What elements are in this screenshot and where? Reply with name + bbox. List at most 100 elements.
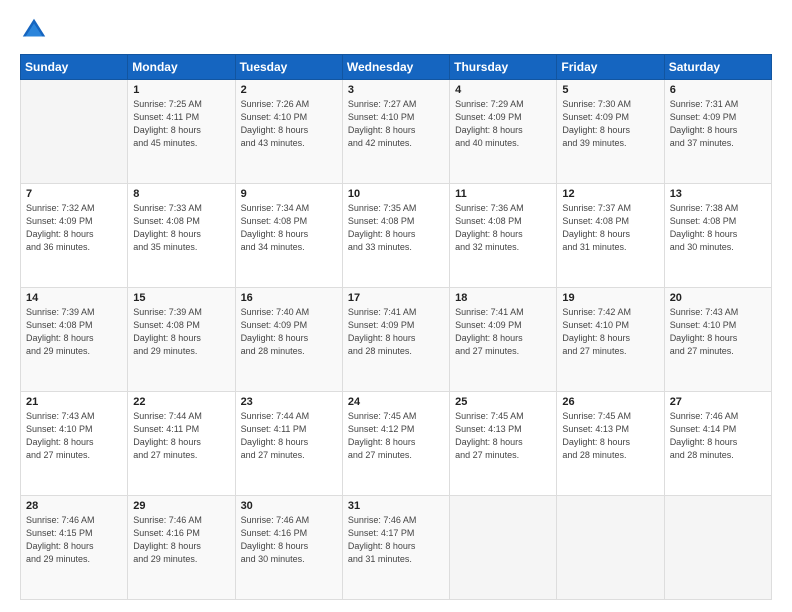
calendar-cell: 2 Sunrise: 7:26 AM Sunset: 4:10 PM Daylig… [235, 80, 342, 184]
day-info: Sunrise: 7:38 AM Sunset: 4:08 PM Dayligh… [670, 202, 766, 254]
day-number: 12 [562, 188, 658, 200]
day-number: 14 [26, 292, 122, 304]
calendar-cell: 5Sunrise: 7:30 AM Sunset: 4:09 PM Daylig… [557, 80, 664, 184]
calendar-cell: 10 Sunrise: 7:35 AM Sunset: 4:08 PM Dayli… [342, 184, 449, 288]
day-number: 2 [241, 84, 337, 96]
day-info: Sunrise: 7:44 AM Sunset: 4:11 PM Dayligh… [133, 410, 229, 462]
calendar-cell: 19 Sunrise: 7:42 AM Sunset: 4:10 PM Dayli… [557, 288, 664, 392]
calendar-week-2: 7 Sunrise: 7:32 AM Sunset: 4:09 PM Daylig… [21, 184, 772, 288]
calendar-cell: 13 Sunrise: 7:38 AM Sunset: 4:08 PM Dayli… [664, 184, 771, 288]
calendar-cell: 21 Sunrise: 7:43 AM Sunset: 4:10 PM Dayli… [21, 392, 128, 496]
day-header-wednesday: Wednesday [342, 55, 449, 80]
day-number: 18 [455, 292, 551, 304]
day-number: 9 [241, 188, 337, 200]
calendar-cell [450, 496, 557, 600]
day-info: Sunrise: 7:33 AM Sunset: 4:08 PM Dayligh… [133, 202, 229, 254]
page: SundayMondayTuesdayWednesdayThursdayFrid… [0, 0, 792, 612]
day-number: 11 [455, 188, 551, 200]
day-number: 21 [26, 396, 122, 408]
calendar-cell: 27 Sunrise: 7:46 AM Sunset: 4:14 PM Dayli… [664, 392, 771, 496]
day-number: 1 [133, 84, 229, 96]
calendar-week-3: 14 Sunrise: 7:39 AM Sunset: 4:08 PM Dayli… [21, 288, 772, 392]
day-info: Sunrise: 7:25 AM Sunset: 4:11 PM Dayligh… [133, 98, 229, 150]
day-number: 20 [670, 292, 766, 304]
calendar-week-4: 21 Sunrise: 7:43 AM Sunset: 4:10 PM Dayli… [21, 392, 772, 496]
day-info: Sunrise: 7:31 AM Sunset: 4:09 PM Dayligh… [670, 98, 766, 150]
calendar-cell [664, 496, 771, 600]
calendar-cell: 30 Sunrise: 7:46 AM Sunset: 4:16 PM Dayli… [235, 496, 342, 600]
calendar-cell: 3 Sunrise: 7:27 AM Sunset: 4:10 PM Daylig… [342, 80, 449, 184]
day-info: Sunrise: 7:45 AM Sunset: 4:12 PM Dayligh… [348, 410, 444, 462]
day-header-monday: Monday [128, 55, 235, 80]
day-number: 27 [670, 396, 766, 408]
calendar-cell: 9 Sunrise: 7:34 AM Sunset: 4:08 PM Daylig… [235, 184, 342, 288]
calendar-cell: 29 Sunrise: 7:46 AM Sunset: 4:16 PM Dayli… [128, 496, 235, 600]
day-info: Sunrise: 7:34 AM Sunset: 4:08 PM Dayligh… [241, 202, 337, 254]
day-number: 23 [241, 396, 337, 408]
day-info: Sunrise: 7:27 AM Sunset: 4:10 PM Dayligh… [348, 98, 444, 150]
calendar-week-1: 1 Sunrise: 7:25 AM Sunset: 4:11 PM Daylig… [21, 80, 772, 184]
day-info: Sunrise: 7:46 AM Sunset: 4:14 PM Dayligh… [670, 410, 766, 462]
calendar-cell [21, 80, 128, 184]
day-number: 13 [670, 188, 766, 200]
day-number: 28 [26, 500, 122, 512]
day-number: 6 [670, 84, 766, 96]
calendar-cell [557, 496, 664, 600]
calendar-cell: 8 Sunrise: 7:33 AM Sunset: 4:08 PM Daylig… [128, 184, 235, 288]
day-info: Sunrise: 7:43 AM Sunset: 4:10 PM Dayligh… [26, 410, 122, 462]
calendar-cell: 25Sunrise: 7:45 AM Sunset: 4:13 PM Dayli… [450, 392, 557, 496]
calendar-cell: 17Sunrise: 7:41 AM Sunset: 4:09 PM Dayli… [342, 288, 449, 392]
calendar-body: 1 Sunrise: 7:25 AM Sunset: 4:11 PM Daylig… [21, 80, 772, 600]
day-info: Sunrise: 7:39 AM Sunset: 4:08 PM Dayligh… [26, 306, 122, 358]
calendar-cell: 31Sunrise: 7:46 AM Sunset: 4:17 PM Dayli… [342, 496, 449, 600]
day-number: 24 [348, 396, 444, 408]
day-info: Sunrise: 7:37 AM Sunset: 4:08 PM Dayligh… [562, 202, 658, 254]
day-number: 17 [348, 292, 444, 304]
calendar-week-5: 28Sunrise: 7:46 AM Sunset: 4:15 PM Dayli… [21, 496, 772, 600]
day-info: Sunrise: 7:30 AM Sunset: 4:09 PM Dayligh… [562, 98, 658, 150]
calendar-cell: 28Sunrise: 7:46 AM Sunset: 4:15 PM Dayli… [21, 496, 128, 600]
day-number: 30 [241, 500, 337, 512]
day-info: Sunrise: 7:45 AM Sunset: 4:13 PM Dayligh… [455, 410, 551, 462]
calendar-cell: 15 Sunrise: 7:39 AM Sunset: 4:08 PM Dayli… [128, 288, 235, 392]
day-header-saturday: Saturday [664, 55, 771, 80]
calendar-cell: 24 Sunrise: 7:45 AM Sunset: 4:12 PM Dayli… [342, 392, 449, 496]
day-number: 19 [562, 292, 658, 304]
day-header-sunday: Sunday [21, 55, 128, 80]
day-info: Sunrise: 7:46 AM Sunset: 4:16 PM Dayligh… [241, 514, 337, 566]
day-info: Sunrise: 7:42 AM Sunset: 4:10 PM Dayligh… [562, 306, 658, 358]
day-info: Sunrise: 7:32 AM Sunset: 4:09 PM Dayligh… [26, 202, 122, 254]
calendar-cell: 18 Sunrise: 7:41 AM Sunset: 4:09 PM Dayli… [450, 288, 557, 392]
day-info: Sunrise: 7:41 AM Sunset: 4:09 PM Dayligh… [455, 306, 551, 358]
day-number: 3 [348, 84, 444, 96]
day-info: Sunrise: 7:36 AM Sunset: 4:08 PM Dayligh… [455, 202, 551, 254]
day-number: 15 [133, 292, 229, 304]
day-number: 8 [133, 188, 229, 200]
day-number: 4 [455, 84, 551, 96]
calendar-cell: 1 Sunrise: 7:25 AM Sunset: 4:11 PM Daylig… [128, 80, 235, 184]
day-info: Sunrise: 7:35 AM Sunset: 4:08 PM Dayligh… [348, 202, 444, 254]
header-row: SundayMondayTuesdayWednesdayThursdayFrid… [21, 55, 772, 80]
day-info: Sunrise: 7:40 AM Sunset: 4:09 PM Dayligh… [241, 306, 337, 358]
calendar-cell: 12 Sunrise: 7:37 AM Sunset: 4:08 PM Dayli… [557, 184, 664, 288]
logo [20, 16, 52, 44]
day-info: Sunrise: 7:43 AM Sunset: 4:10 PM Dayligh… [670, 306, 766, 358]
calendar-table: SundayMondayTuesdayWednesdayThursdayFrid… [20, 54, 772, 600]
day-number: 22 [133, 396, 229, 408]
day-info: Sunrise: 7:29 AM Sunset: 4:09 PM Dayligh… [455, 98, 551, 150]
day-info: Sunrise: 7:26 AM Sunset: 4:10 PM Dayligh… [241, 98, 337, 150]
day-info: Sunrise: 7:46 AM Sunset: 4:17 PM Dayligh… [348, 514, 444, 566]
calendar-cell: 16 Sunrise: 7:40 AM Sunset: 4:09 PM Dayli… [235, 288, 342, 392]
day-info: Sunrise: 7:46 AM Sunset: 4:16 PM Dayligh… [133, 514, 229, 566]
day-number: 16 [241, 292, 337, 304]
calendar-cell: 11 Sunrise: 7:36 AM Sunset: 4:08 PM Dayli… [450, 184, 557, 288]
calendar-cell: 7 Sunrise: 7:32 AM Sunset: 4:09 PM Daylig… [21, 184, 128, 288]
day-header-thursday: Thursday [450, 55, 557, 80]
calendar-cell: 23Sunrise: 7:44 AM Sunset: 4:11 PM Dayli… [235, 392, 342, 496]
day-info: Sunrise: 7:39 AM Sunset: 4:08 PM Dayligh… [133, 306, 229, 358]
day-number: 26 [562, 396, 658, 408]
day-number: 10 [348, 188, 444, 200]
day-number: 29 [133, 500, 229, 512]
day-number: 7 [26, 188, 122, 200]
calendar-cell: 14 Sunrise: 7:39 AM Sunset: 4:08 PM Dayli… [21, 288, 128, 392]
